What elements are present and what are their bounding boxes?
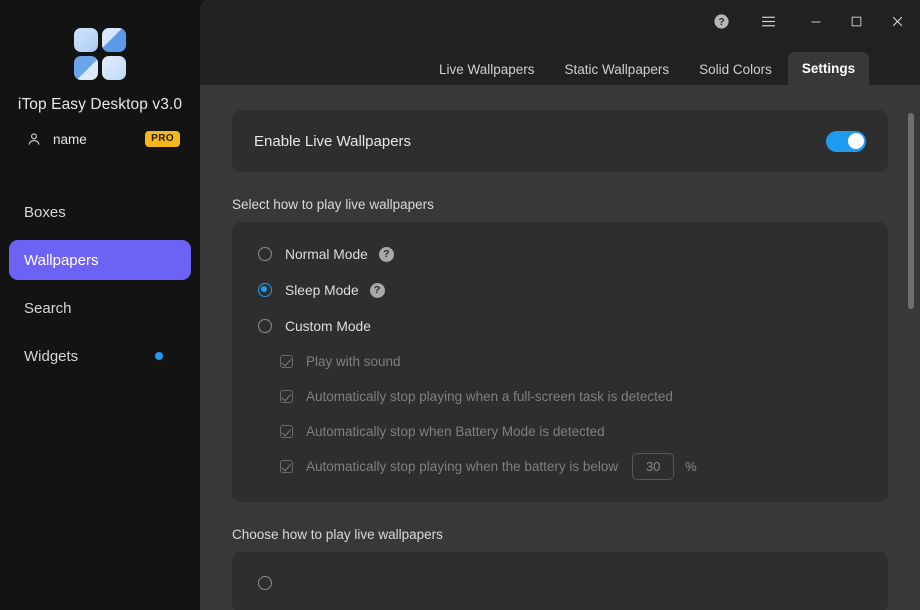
sidebar-nav: Boxes Wallpapers Search Widgets xyxy=(0,192,200,376)
maximize-icon xyxy=(851,16,862,27)
radio-custom-mode[interactable] xyxy=(258,319,272,333)
hamburger-icon xyxy=(762,16,775,27)
person-icon xyxy=(28,133,40,145)
enable-live-wallpapers-card: Enable Live Wallpapers xyxy=(232,110,888,172)
vertical-scrollbar[interactable] xyxy=(908,85,914,610)
close-icon xyxy=(892,16,903,27)
sidebar-item-wallpapers[interactable]: Wallpapers xyxy=(9,240,191,280)
radio-label: Custom Mode xyxy=(285,318,371,334)
new-badge-dot-icon xyxy=(155,352,163,360)
sidebar-item-label: Boxes xyxy=(24,203,66,221)
tab-label: Solid Colors xyxy=(699,61,772,77)
settings-content: Enable Live Wallpapers Select how to pla… xyxy=(200,85,920,610)
app-window: iTop Easy Desktop v3.0 name PRO Boxes Wa… xyxy=(0,0,920,610)
play-mode-section-label: Select how to play live wallpapers xyxy=(232,197,434,212)
user-name: name xyxy=(53,131,87,147)
title-bar: ? xyxy=(200,0,920,43)
help-icon[interactable]: ? xyxy=(701,0,742,43)
sidebar-item-widgets[interactable]: Widgets xyxy=(9,336,191,376)
tab-bar: Live Wallpapers Static Wallpapers Solid … xyxy=(200,43,920,85)
tab-label: Settings xyxy=(801,61,856,76)
sidebar-item-boxes[interactable]: Boxes xyxy=(9,192,191,232)
sidebar: iTop Easy Desktop v3.0 name PRO Boxes Wa… xyxy=(0,0,200,610)
percent-unit-label: % xyxy=(685,459,697,474)
check-row-stop-fullscreen[interactable]: Automatically stop playing when a full-s… xyxy=(232,379,888,414)
choose-section-label: Choose how to play live wallpapers xyxy=(232,527,443,542)
main-panel: ? Live Wallpapers Static Wallpapers Soli… xyxy=(200,0,920,610)
radio-sleep-mode[interactable] xyxy=(258,283,272,297)
checkbox-label: Play with sound xyxy=(306,354,401,369)
close-button[interactable] xyxy=(877,0,918,43)
radio-row-partial[interactable] xyxy=(232,568,888,598)
app-logo-icon xyxy=(74,28,126,80)
checkbox-stop-battery-below[interactable] xyxy=(280,460,293,473)
sidebar-item-label: Wallpapers xyxy=(24,251,99,269)
checkbox-play-with-sound[interactable] xyxy=(280,355,293,368)
radio-row-sleep-mode[interactable]: Sleep Mode ? xyxy=(232,272,888,308)
radio-label: Sleep Mode xyxy=(285,282,359,298)
minimize-icon xyxy=(810,21,821,22)
tab-label: Static Wallpapers xyxy=(564,61,670,77)
logo-container xyxy=(0,0,200,80)
check-row-stop-battery-mode[interactable]: Automatically stop when Battery Mode is … xyxy=(232,414,888,449)
check-row-play-with-sound[interactable]: Play with sound xyxy=(232,344,888,379)
radio-row-custom-mode[interactable]: Custom Mode xyxy=(232,308,888,344)
tab-solid-colors[interactable]: Solid Colors xyxy=(685,53,786,85)
checkbox-stop-battery-mode[interactable] xyxy=(280,425,293,438)
help-circle-icon: ? xyxy=(714,14,729,29)
check-row-stop-battery-below[interactable]: Automatically stop playing when the batt… xyxy=(232,449,888,484)
scrollbar-thumb[interactable] xyxy=(908,113,914,309)
battery-threshold-input[interactable]: 30 xyxy=(632,453,675,480)
menu-icon[interactable] xyxy=(748,0,789,43)
sidebar-item-label: Widgets xyxy=(24,347,79,365)
help-icon-normal-mode[interactable]: ? xyxy=(378,246,394,262)
tab-settings[interactable]: Settings xyxy=(787,52,870,85)
checkbox-label: Automatically stop playing when a full-s… xyxy=(306,389,673,404)
checkbox-label: Automatically stop when Battery Mode is … xyxy=(306,424,605,439)
sidebar-item-search[interactable]: Search xyxy=(9,288,191,328)
tab-static-wallpapers[interactable]: Static Wallpapers xyxy=(551,53,684,85)
minimize-button[interactable] xyxy=(795,0,836,43)
choose-play-card xyxy=(232,552,888,610)
play-mode-card: Normal Mode ? Sleep Mode ? Custom Mode P… xyxy=(232,222,888,502)
user-row[interactable]: name PRO xyxy=(26,128,180,150)
enable-live-wallpapers-label: Enable Live Wallpapers xyxy=(254,132,412,150)
tab-label: Live Wallpapers xyxy=(439,61,535,77)
radio-label: Normal Mode xyxy=(285,246,368,262)
sidebar-item-label: Search xyxy=(24,299,72,317)
pro-badge[interactable]: PRO xyxy=(145,131,180,147)
checkbox-label: Automatically stop playing when the batt… xyxy=(306,459,619,474)
radio-row-normal-mode[interactable]: Normal Mode ? xyxy=(232,236,888,272)
help-icon-sleep-mode[interactable]: ? xyxy=(369,282,385,298)
radio-partial-option[interactable] xyxy=(258,576,272,590)
radio-normal-mode[interactable] xyxy=(258,247,272,261)
tab-live-wallpapers[interactable]: Live Wallpapers xyxy=(425,53,549,85)
checkbox-stop-fullscreen[interactable] xyxy=(280,390,293,403)
enable-live-wallpapers-toggle[interactable] xyxy=(826,130,866,152)
app-title: iTop Easy Desktop v3.0 xyxy=(17,96,183,113)
maximize-button[interactable] xyxy=(836,0,877,43)
svg-text:?: ? xyxy=(718,17,724,28)
toggle-knob xyxy=(847,133,864,149)
